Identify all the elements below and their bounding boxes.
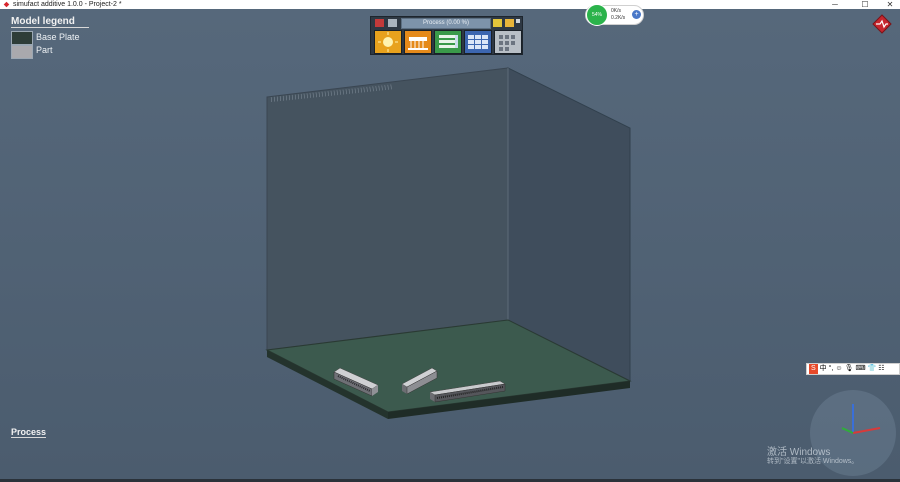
grid-button[interactable] [494, 30, 522, 54]
ime-voice-icon[interactable]: 🎙 [845, 364, 854, 374]
ime-keyboard-icon[interactable]: ⌨ [855, 364, 865, 374]
list-icon [439, 35, 458, 48]
build-orientation-button[interactable] [374, 30, 402, 54]
folder-icon[interactable] [505, 19, 514, 27]
support-button[interactable] [404, 30, 432, 54]
part-swatch [11, 45, 33, 59]
build-chamber-scene[interactable]: ||||||||||||||||||||||||||||||||||||||||… [0, 0, 900, 482]
ime-skin-icon[interactable]: 👕 [868, 364, 877, 374]
support-icon [408, 37, 428, 50]
expand-icon[interactable] [516, 19, 520, 23]
chamber-back-wall [266, 67, 509, 351]
ime-punctuation[interactable]: °, [829, 364, 834, 374]
download-speed: 0.2K/s [611, 15, 626, 21]
legend-label-part: Part [36, 45, 53, 55]
process-parameters-button[interactable] [434, 30, 462, 54]
ime-logo-icon[interactable]: S [809, 364, 818, 374]
activation-watermark-text: 转到"设置"以激活 Windows。 [767, 458, 859, 465]
simufact-logo-icon[interactable] [872, 14, 892, 34]
process-heading[interactable]: Process [11, 427, 47, 438]
results-button[interactable] [464, 30, 492, 54]
ime-chinese-mode[interactable]: 中 [820, 364, 827, 374]
trash-icon[interactable] [388, 19, 397, 27]
process-toolbar: Process (0.00 %) [370, 16, 523, 55]
progress-bar: Process (0.00 %) [401, 18, 491, 29]
sun-icon [378, 32, 398, 52]
base-plate-swatch [11, 31, 33, 45]
legend-label-base-plate: Base Plate [36, 32, 80, 42]
stop-icon[interactable] [375, 19, 384, 27]
grid-icon [499, 35, 515, 51]
ime-menu-icon[interactable]: ☷ [878, 364, 884, 374]
upload-speed: 0K/s [611, 8, 622, 14]
model-legend-title: Model legend [11, 16, 89, 28]
table-icon [468, 35, 488, 49]
ime-toolbar[interactable]: S 中 °, ☺ 🎙 ⌨ 👕 ☷ [806, 363, 900, 375]
add-icon[interactable]: + [632, 10, 641, 19]
ime-emoji-icon[interactable]: ☺ [835, 364, 842, 374]
filter-icon[interactable] [493, 19, 502, 27]
network-percent: 54% [586, 4, 608, 26]
network-speed-widget[interactable]: 54% 0K/s 0.2K/s + [585, 4, 644, 26]
